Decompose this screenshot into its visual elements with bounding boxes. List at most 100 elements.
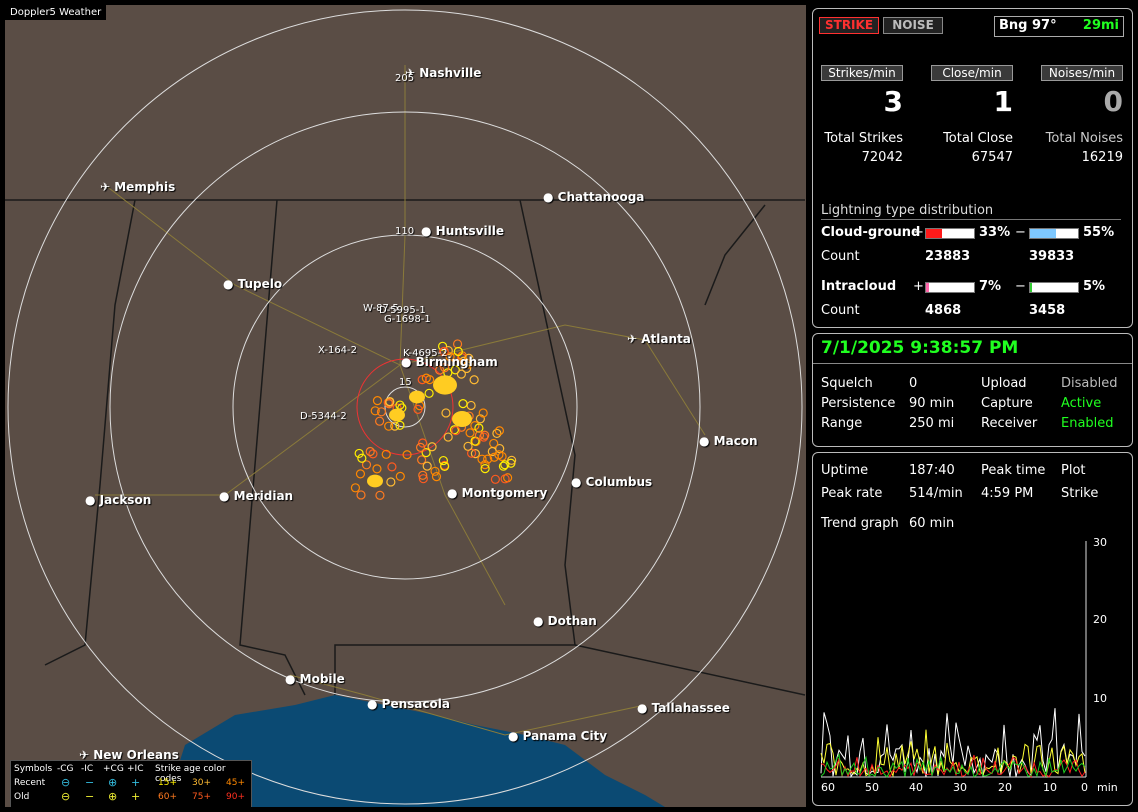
trend-x-tick: 50 (865, 781, 879, 794)
strike-symbol (354, 448, 364, 459)
trend-x-tick: 40 (909, 781, 923, 794)
trend-x-tick: 0 (1081, 781, 1088, 794)
legend-symbol-neg-ic-old: − (85, 790, 95, 803)
strike-symbol (422, 461, 432, 471)
strike-symbol (430, 466, 440, 476)
close-per-min-label: Close/min (931, 65, 1013, 81)
strike-symbol (441, 408, 451, 418)
ic-negative-bar (1029, 282, 1079, 293)
plot-label: Plot (1061, 463, 1086, 478)
trend-panel: Uptime 187:40 Peak time Plot Peak rate 5… (812, 452, 1133, 806)
total-noises: 16219 (1081, 150, 1123, 165)
trend-x-tick: 60 (821, 781, 835, 794)
range-label: 15 (399, 377, 412, 388)
squelch-label: Squelch (821, 376, 873, 391)
strike-overlay (350, 339, 517, 500)
legend-symbol-neg-ic-recent: − (85, 776, 95, 789)
legend-col: +CG (103, 764, 124, 774)
count-label: Count (821, 303, 860, 318)
count-label: Count (821, 249, 860, 264)
intracloud-label: Intracloud (821, 279, 897, 294)
legend-symbol-pos-ic-old: + (131, 790, 141, 803)
strike-symbol (395, 471, 405, 482)
strike-symbol (431, 471, 442, 482)
strike-symbol (375, 416, 385, 426)
cg-negative-count: 39833 (1029, 249, 1075, 264)
trend-y-tick: 30 (1093, 536, 1107, 549)
legend-age: 45+ (226, 778, 245, 788)
strike-symbol (452, 339, 463, 349)
cell-label: G-1698-1 (384, 314, 431, 325)
cell-label: D-5344-2 (300, 411, 347, 422)
receiver-value: Enabled (1061, 416, 1114, 431)
strikes-per-min-label: Strikes/min (821, 65, 903, 81)
noise-toggle[interactable]: NOISE (883, 17, 943, 34)
strike-cluster (367, 474, 383, 488)
ic-negative-pct: 5% (1083, 279, 1106, 294)
city-label-mobile: ● Mobile (285, 672, 345, 686)
distance-value: 29mi (1082, 18, 1119, 33)
status-panel: STRIKE NOISE Bng 97° 29mi Strikes/min Cl… (812, 8, 1133, 328)
squelch-value: 0 (909, 376, 918, 391)
lightning-map[interactable]: Doppler5 Weather ✈ Nashville ✈ Memphis ● C… (5, 5, 806, 807)
strike-symbol (395, 420, 405, 430)
plot-value: Strike (1061, 486, 1099, 501)
strike-symbol (438, 455, 448, 466)
legend-age: 60+ (158, 792, 177, 802)
city-label-atlanta: ✈ Atlanta (627, 332, 691, 346)
legend-symbol-neg-cg-recent: ⊖ (61, 776, 71, 789)
uptime-label: Uptime (821, 463, 869, 478)
city-label-meridian: ● Meridian (219, 489, 294, 503)
strike-symbol (443, 432, 453, 442)
ic-positive-count: 4868 (925, 303, 962, 318)
city-label-dothan: ● Dothan (533, 614, 597, 628)
city-label-macon: ● Macon (699, 434, 758, 448)
minus-sign: − (1015, 225, 1026, 240)
app-title: Doppler5 Weather (5, 5, 107, 20)
city-label-pensacola: ● Pensacola (367, 697, 450, 711)
city-label-montgomery: ● Montgomery (447, 486, 548, 500)
city-label-chattanooga: ● Chattanooga (543, 190, 645, 204)
city-label-tallahassee: ● Tallahassee (637, 701, 730, 715)
legend-symbol-pos-ic-recent: + (131, 776, 141, 789)
ic-positive-bar (925, 282, 975, 293)
cg-negative-pct: 55% (1083, 225, 1115, 240)
range-label: 205 (395, 73, 415, 84)
trend-y-tick: 10 (1093, 692, 1107, 705)
total-strikes: 72042 (861, 150, 903, 165)
divider (821, 219, 1121, 220)
bearing-value: Bng 97° (999, 18, 1057, 33)
legend-age: 15+ (158, 778, 177, 788)
city-label-columbus: ● Columbus (571, 475, 653, 489)
cg-positive-bar (925, 228, 975, 239)
capture-value: Active (1061, 396, 1102, 411)
strike-symbol (466, 400, 476, 411)
ic-positive-pct: 7% (979, 279, 1002, 294)
upload-label: Upload (981, 376, 1027, 391)
close-per-min: 1 (993, 85, 1013, 118)
peak-rate-label: Peak rate (821, 486, 883, 501)
plus-sign: + (913, 279, 924, 294)
strike-symbol (465, 428, 475, 438)
legend-age: 90+ (226, 792, 245, 802)
legend-age: 75+ (192, 792, 211, 802)
strike-symbol (469, 375, 479, 385)
receiver-label: Receiver (981, 416, 1038, 431)
city-label-nashville: ✈ Nashville (405, 66, 482, 80)
city-label-jackson: ● Jackson (85, 493, 152, 507)
strike-toggle[interactable]: STRIKE (819, 17, 879, 34)
upload-value: Disabled (1061, 376, 1118, 391)
city-label-tupelo: ● Tupelo (223, 277, 283, 291)
legend-symbol-neg-cg-old: ⊖ (61, 790, 71, 803)
strike-symbol (387, 462, 397, 472)
plus-sign: + (913, 225, 924, 240)
persistence-value: 90 min (909, 396, 955, 411)
date-time: 7/1/2025 9:38:57 PM (821, 338, 1019, 358)
strike-symbol (424, 388, 434, 398)
legend-col: +IC (127, 764, 144, 774)
legend-symbol-pos-cg-recent: ⊕ (108, 776, 118, 789)
noises-per-min-label: Noises/min (1041, 65, 1123, 81)
strike-symbol (500, 474, 510, 484)
total-close-label: Total Close (943, 131, 1013, 146)
strike-cluster (452, 411, 472, 427)
